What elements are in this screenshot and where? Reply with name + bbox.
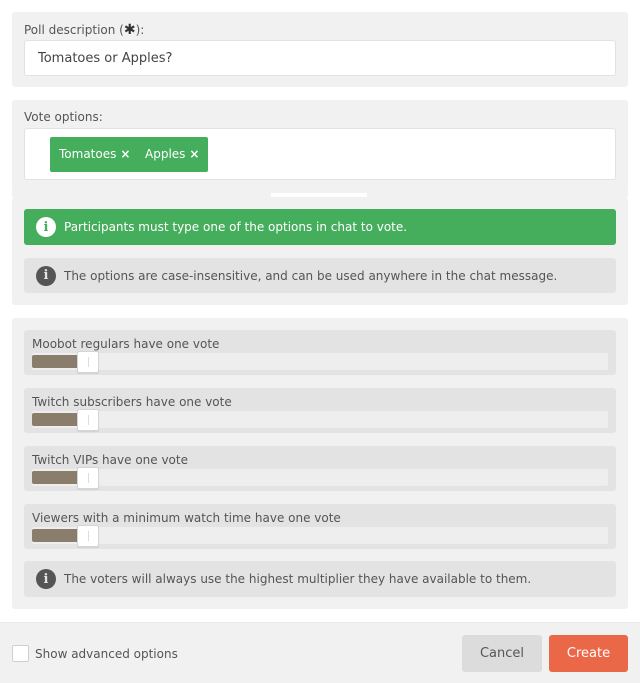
create-button[interactable]: Create <box>549 635 628 672</box>
required-asterisk-icon: ✱ <box>123 22 136 38</box>
vote-options-section: Vote options: Tomatoes × Apples × <box>12 100 628 193</box>
vote-option-tag[interactable]: Apples × <box>136 137 209 172</box>
vote-option-tag[interactable]: Tomatoes × <box>50 137 140 172</box>
poll-description-input[interactable] <box>24 40 616 76</box>
info-icon: i <box>36 217 56 237</box>
vote-option-text: Apples <box>145 147 186 161</box>
multiplier-label: Twitch VIPs have one vote <box>32 453 188 467</box>
slider-fill <box>32 413 78 426</box>
vote-multipliers-section: Moobot regulars have one vote Twitch sub… <box>12 318 628 609</box>
multiplier-info-alert: i The voters will always use the highest… <box>24 561 616 597</box>
slider-fill <box>32 471 78 484</box>
multiplier-row-regulars: Moobot regulars have one vote <box>24 330 616 375</box>
multiplier-slider[interactable] <box>32 409 608 431</box>
slider-fill <box>32 355 78 368</box>
voting-info-section: i Participants must type one of the opti… <box>12 197 628 305</box>
multiplier-label: Moobot regulars have one vote <box>32 337 220 351</box>
multiplier-label: Twitch subscribers have one vote <box>32 395 232 409</box>
show-advanced-options-toggle[interactable]: Show advanced options <box>12 645 178 662</box>
vote-option-text: Tomatoes <box>59 147 117 161</box>
show-advanced-checkbox[interactable] <box>12 645 29 662</box>
slider-fill <box>32 529 78 542</box>
multiplier-row-watch-time: Viewers with a minimum watch time have o… <box>24 504 616 549</box>
multiplier-row-vips: Twitch VIPs have one vote <box>24 446 616 491</box>
multiplier-label: Viewers with a minimum watch time have o… <box>32 511 341 525</box>
cancel-button[interactable]: Cancel <box>462 635 542 672</box>
participants-info-alert: i Participants must type one of the opti… <box>24 209 616 245</box>
show-advanced-label: Show advanced options <box>35 646 178 661</box>
slider-handle[interactable] <box>77 409 99 431</box>
remove-option-icon[interactable]: × <box>189 147 199 161</box>
slider-handle[interactable] <box>77 467 99 489</box>
poll-description-section: Poll description (✱): <box>12 12 628 87</box>
vote-options-input[interactable]: Tomatoes × Apples × <box>24 128 616 180</box>
slider-handle[interactable] <box>77 351 99 373</box>
multiplier-info-text: The voters will always use the highest m… <box>64 572 532 586</box>
slider-handle[interactable] <box>77 525 99 547</box>
info-icon: i <box>36 569 56 589</box>
case-info-alert: i The options are case-insensitive, and … <box>24 258 616 293</box>
vote-options-label: Vote options: <box>24 110 103 124</box>
multiplier-slider[interactable] <box>32 351 608 373</box>
multiplier-slider[interactable] <box>32 467 608 489</box>
case-info-text: The options are case-insensitive, and ca… <box>64 268 558 283</box>
info-icon: i <box>36 265 56 286</box>
multiplier-row-subscribers: Twitch subscribers have one vote <box>24 388 616 433</box>
participants-info-text: Participants must type one of the option… <box>64 220 408 234</box>
multiplier-slider[interactable] <box>32 525 608 547</box>
poll-description-label: Poll description (✱): <box>24 22 145 38</box>
dialog-footer: Show advanced options Cancel Create <box>0 622 640 683</box>
remove-option-icon[interactable]: × <box>120 147 130 161</box>
